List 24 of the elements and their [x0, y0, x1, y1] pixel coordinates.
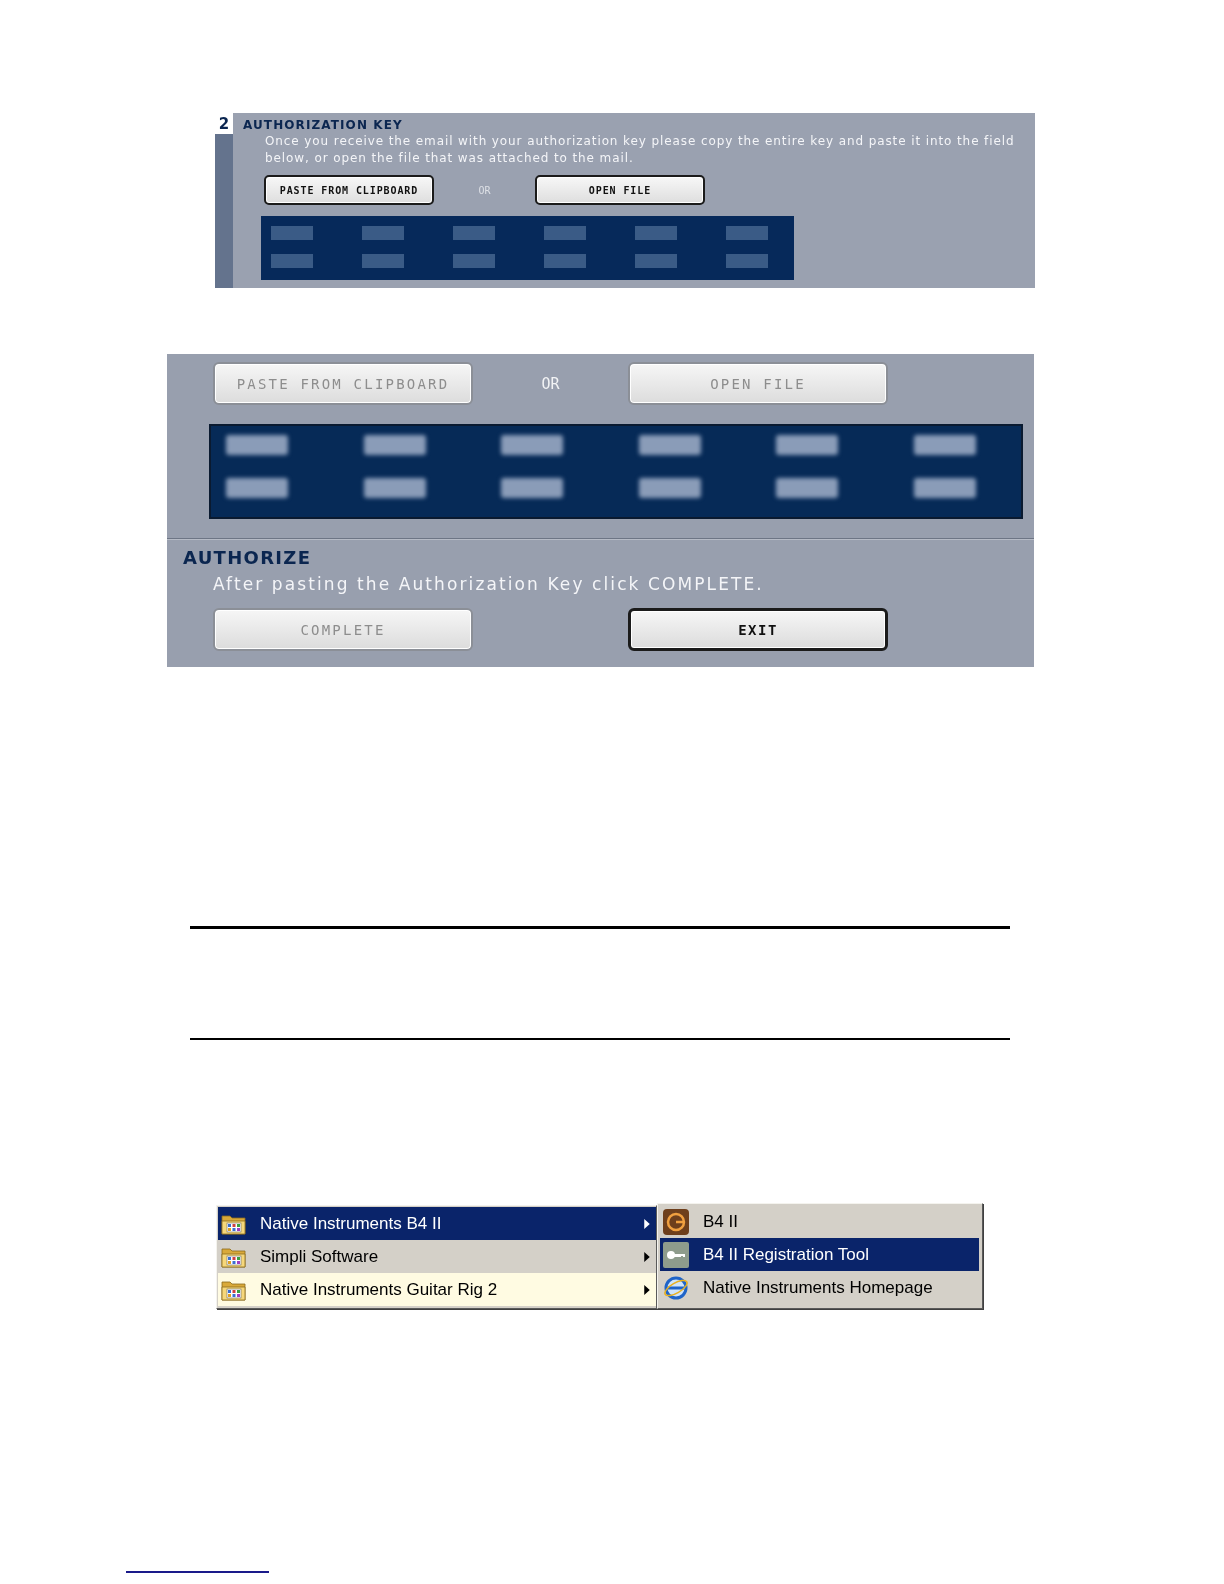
globe-icon: [663, 1274, 689, 1301]
key-icon: [663, 1241, 689, 1268]
menu-item[interactable]: Native Instruments Guitar Rig 2: [218, 1273, 656, 1306]
open-file-button[interactable]: OPEN FILE: [535, 175, 705, 205]
or-label: OR: [541, 374, 560, 393]
menu-item-label: Simpli Software: [260, 1246, 379, 1267]
paste-from-clipboard-button[interactable]: PASTE FROM CLIPBOARD: [264, 175, 434, 205]
menu-item-label: Native Instruments Guitar Rig 2: [260, 1279, 498, 1300]
menu-item[interactable]: Native Instruments Homepage: [660, 1271, 979, 1304]
section-title: AUTHORIZATION KEY: [243, 117, 404, 133]
exit-button[interactable]: EXIT: [628, 608, 888, 651]
instruction-text: After pasting the Authorization Key click COMPLETE.: [213, 573, 765, 595]
section-title: AUTHORIZE: [183, 547, 313, 569]
menu-item[interactable]: B4 II Registration Tool: [660, 1238, 979, 1271]
menu-item-label: B4 II Registration Tool: [703, 1244, 869, 1265]
menu-item-label: B4 II: [703, 1211, 738, 1232]
or-label: OR: [478, 184, 491, 196]
instruction-text: Once you receive the email with your authorization key please copy the entire key and paste it into the field below, or open the file that was attached to the mail.: [265, 133, 1016, 167]
step-number: 2: [215, 113, 233, 134]
menu-item[interactable]: Simpli Software: [218, 1240, 656, 1273]
menu-item-label: Native Instruments B4 II: [260, 1213, 442, 1234]
menu-item[interactable]: Native Instruments B4 II: [218, 1207, 656, 1240]
menu-item[interactable]: B4 II: [660, 1205, 979, 1238]
menu-item-label: Native Instruments Homepage: [703, 1277, 933, 1298]
